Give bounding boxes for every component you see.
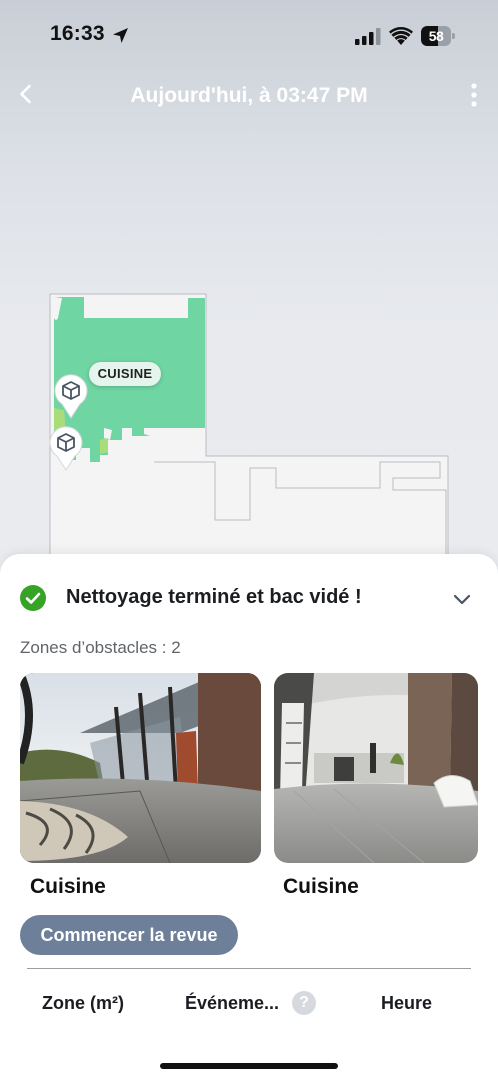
status-time: 16:33 [50, 22, 105, 45]
help-icon[interactable]: ? [292, 991, 316, 1015]
column-time: Heure [381, 993, 433, 1013]
battery-percentage: 58 [428, 28, 444, 44]
battery-cap [452, 33, 455, 39]
obstacle-photo-1-caption: Cuisine [30, 875, 106, 898]
room-label-kitchen[interactable]: CUISINE [89, 362, 161, 386]
obstacle-photo-1-image [20, 673, 261, 863]
obstacle-photo-2-caption: Cuisine [283, 875, 359, 898]
column-events: Événeme... [185, 993, 280, 1013]
obstacle-pin-1[interactable] [53, 372, 89, 420]
battery-indicator: 58 [421, 26, 455, 46]
home-indicator[interactable] [160, 1063, 338, 1069]
location-arrow-icon [113, 28, 128, 43]
obstacle-photo-1[interactable] [20, 673, 261, 863]
app-screen: 16:33 58 Aujourd'hui, à 03:47 PM CUISINE… [0, 0, 498, 1080]
obstacle-pin-2[interactable] [48, 424, 84, 472]
obstacle-photo-2-image [274, 673, 478, 863]
cleaning-result-title: Nettoyage terminé et bac vidé ! [66, 586, 362, 608]
wifi-icon [389, 27, 413, 45]
page-title: Aujourd'hui, à 03:47 PM [130, 84, 368, 107]
obstacle-photo-2[interactable] [274, 673, 478, 863]
column-zone: Zone (m²) [42, 993, 124, 1013]
cellular-signal-icon [355, 28, 381, 45]
obstacle-zones-count: Zones d’obstacles : 2 [20, 638, 181, 657]
divider [27, 968, 471, 969]
more-options-icon[interactable] [464, 82, 484, 108]
start-review-button[interactable]: Commencer la revue [20, 915, 238, 955]
chevron-down-icon[interactable] [451, 589, 473, 609]
check-circle-icon [20, 585, 46, 611]
back-chevron-icon[interactable] [14, 82, 38, 106]
status-bar: 16:33 58 [0, 0, 498, 70]
battery-icon: 58 [421, 26, 451, 46]
